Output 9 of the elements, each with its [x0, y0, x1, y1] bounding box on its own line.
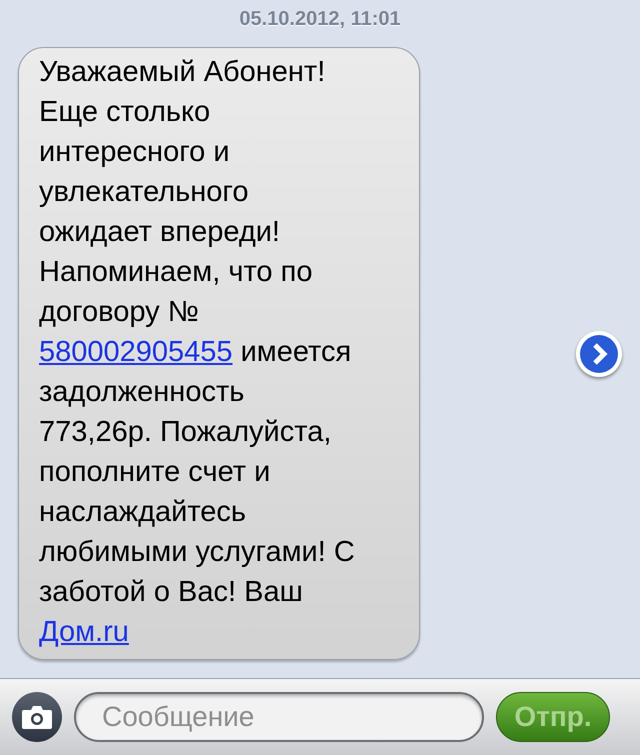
details-button[interactable] [576, 330, 622, 376]
message-link[interactable]: Дом.ru [39, 616, 129, 648]
camera-icon [21, 704, 53, 730]
message-text: Уважаемый Абонент! Еще столько интересного и увлекательного ожидает впереди! Напоминаем, что по договору № 580002905455 имеется задолженность 773,26р. Пожалуйста, пополните счет и наслаждайтесь любимыми услугами! С заботой о Вас! Ваш Дом.ru [39, 55, 356, 650]
message-link[interactable]: 580002905455 [39, 336, 233, 368]
timestamp: 05.10.2012, 11:01 [239, 7, 401, 32]
camera-button[interactable] [12, 692, 62, 742]
message-input[interactable]: Сообщение [74, 692, 484, 742]
chevron-right-icon [580, 334, 618, 372]
